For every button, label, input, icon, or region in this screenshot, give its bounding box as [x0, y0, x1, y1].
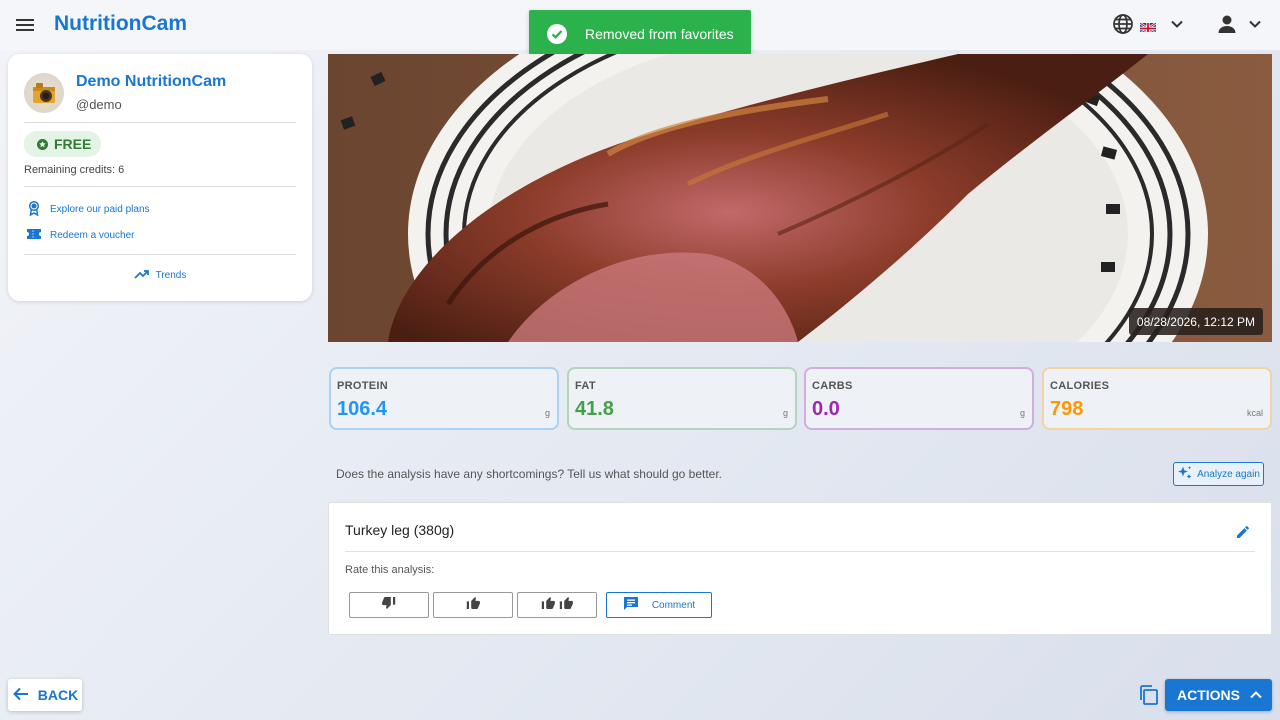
comment-label: Comment	[651, 599, 696, 611]
meal-photo: 08/28/2026, 12:12 PM	[328, 54, 1272, 342]
macro-unit: kcal	[1246, 408, 1263, 418]
macro-value: 106.4	[337, 398, 388, 420]
thumbs-up-button[interactable]	[433, 592, 513, 618]
divider	[24, 254, 296, 255]
analyze-again-button[interactable]: Analyze again	[1173, 462, 1264, 486]
photo-timestamp: 08/28/2026, 12:12 PM	[1128, 308, 1263, 335]
copy-button[interactable]	[1138, 684, 1160, 711]
analysis-result-card: Turkey leg (380g) Rate this analysis: Co…	[328, 502, 1272, 635]
bottom-action-bar: BACK ACTIONS	[0, 670, 1280, 720]
edit-button[interactable]	[1235, 524, 1251, 545]
arrow-left-icon	[12, 686, 38, 705]
toast-notification: Removed from favorites	[529, 10, 751, 58]
plan-label: FREE	[54, 136, 92, 152]
thumbs-down-button[interactable]	[349, 592, 429, 618]
thumbs-up-icon	[540, 595, 556, 616]
globe-icon	[1112, 13, 1134, 40]
rate-label: Rate this analysis:	[345, 564, 435, 576]
profile-card: Demo NutritionCam @demo FREE Remaining c…	[8, 54, 312, 301]
profile-name[interactable]: Demo NutritionCam	[76, 73, 226, 91]
account-menu[interactable]	[1216, 13, 1262, 40]
actions-button[interactable]: ACTIONS	[1165, 679, 1272, 711]
menu-icon[interactable]	[14, 15, 36, 35]
feedback-prompt: Does the analysis have any shortcomings?…	[336, 467, 723, 481]
app-brand[interactable]: NutritionCam	[54, 12, 187, 36]
macro-label: FAT	[575, 380, 596, 392]
ticket-icon	[26, 227, 50, 244]
macro-card-calories: CALORIES 798 kcal	[1042, 367, 1272, 430]
avatar	[24, 73, 64, 113]
person-icon	[1216, 13, 1238, 40]
chevron-down-icon	[1248, 17, 1262, 36]
macro-label: CALORIES	[1050, 380, 1110, 392]
comment-icon	[623, 596, 652, 614]
plan-icon	[37, 138, 48, 150]
explore-plans-link[interactable]: Explore our paid plans	[26, 200, 150, 219]
trends-label: Trends	[155, 270, 187, 281]
thumbs-up-icon	[465, 595, 481, 616]
language-selector[interactable]	[1112, 13, 1184, 40]
redeem-voucher-link[interactable]: Redeem a voucher	[26, 227, 135, 244]
pencil-icon	[1235, 526, 1251, 544]
divider	[24, 122, 296, 123]
back-button[interactable]: BACK	[8, 679, 82, 711]
meal-photo-image	[328, 54, 1272, 342]
macro-unit: g	[1019, 408, 1025, 418]
food-item-name: Turkey leg (380g)	[345, 522, 455, 538]
macro-card-protein: PROTEIN 106.4 g	[329, 367, 559, 430]
macro-value: 798	[1050, 398, 1084, 420]
trends-link[interactable]: Trends	[8, 268, 312, 283]
thumbs-up-icon	[558, 595, 574, 616]
trending-up-icon	[134, 268, 156, 283]
macro-label: CARBS	[812, 380, 853, 392]
comment-button[interactable]: Comment	[606, 592, 712, 618]
thumbs-down-icon	[381, 595, 397, 616]
check-circle-icon	[546, 23, 568, 45]
redeem-voucher-label: Redeem a voucher	[50, 230, 135, 241]
chevron-down-icon	[1170, 17, 1184, 36]
divider	[345, 551, 1255, 552]
explore-plans-label: Explore our paid plans	[50, 204, 150, 215]
analyze-again-label: Analyze again	[1197, 468, 1260, 480]
uk-flag-icon	[1140, 21, 1156, 32]
macro-unit: g	[782, 408, 788, 418]
actions-label: ACTIONS	[1177, 687, 1240, 703]
sparkle-icon	[1177, 465, 1197, 484]
macro-unit: g	[544, 408, 550, 418]
remaining-credits: Remaining credits: 6	[24, 164, 125, 176]
double-thumbs-up-button[interactable]	[517, 592, 597, 618]
copy-icon	[1138, 685, 1160, 710]
plan-badge: FREE	[24, 131, 101, 157]
macro-card-carbs: CARBS 0.0 g	[804, 367, 1034, 430]
back-label: BACK	[37, 687, 79, 703]
macro-label: PROTEIN	[337, 380, 388, 392]
toast-message: Removed from favorites	[585, 26, 734, 42]
macro-value: 41.8	[575, 398, 614, 420]
award-icon	[26, 200, 50, 219]
profile-handle: @demo	[76, 97, 122, 112]
macro-card-fat: FAT 41.8 g	[567, 367, 797, 430]
macro-value: 0.0	[812, 398, 840, 420]
divider	[24, 186, 296, 187]
